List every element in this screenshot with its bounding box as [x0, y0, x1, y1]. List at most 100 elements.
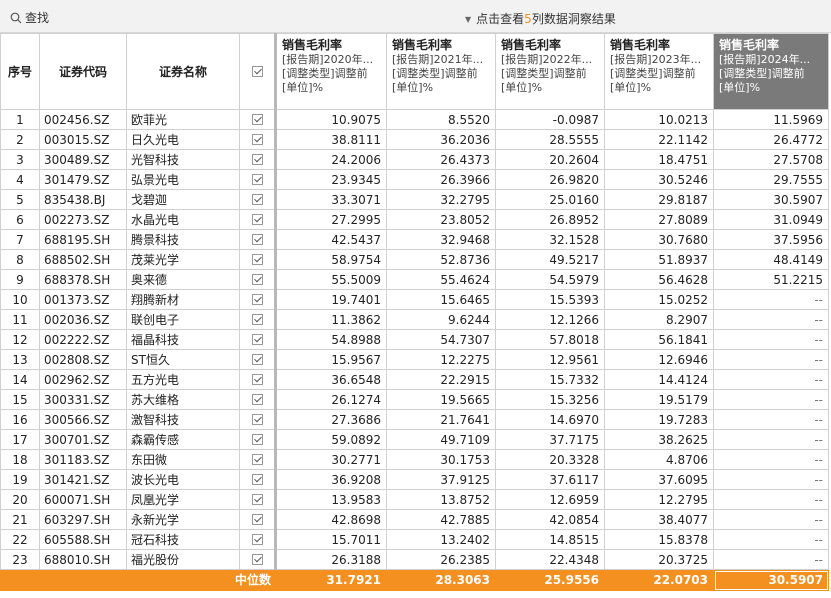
table-row[interactable]: 16 300566.SZ 激智科技 27.3686 21.7641 14.6970 19.7… — [0, 409, 829, 430]
header-metric-2023[interactable]: 销售毛利率 [报告期]2023年... [调整类型]调整前 [单位]% — [604, 33, 714, 110]
row-select-cell[interactable] — [239, 229, 276, 250]
checkbox-icon[interactable] — [251, 453, 263, 465]
metric-value: 31.0949 — [713, 209, 829, 230]
table-row[interactable]: 5 835438.BJ 戈碧迦 33.3071 32.2795 25.0160 29.818… — [0, 189, 829, 210]
table-row[interactable]: 3 300489.SZ 光智科技 24.2006 26.4373 20.2604 18.47… — [0, 149, 829, 170]
table-row[interactable]: 1 002456.SZ 欧菲光 10.9075 8.5520 -0.0987 10.0213… — [0, 109, 829, 130]
row-select-cell[interactable] — [239, 269, 276, 290]
row-index: 10 — [0, 289, 40, 310]
table-row[interactable]: 11 002036.SZ 联创电子 11.3862 9.6244 12.1266 8.290… — [0, 309, 829, 330]
row-select-cell[interactable] — [239, 469, 276, 490]
row-select-cell[interactable] — [239, 129, 276, 150]
header-code[interactable]: 证券代码 — [39, 33, 127, 110]
header-metric-2020[interactable]: 销售毛利率 [报告期]2020年... [调整类型]调整前 [单位]% — [274, 33, 387, 110]
table-row[interactable]: 10 001373.SZ 翔腾新材 19.7401 15.6465 15.5393 15.0… — [0, 289, 829, 310]
checkbox-icon[interactable] — [251, 353, 263, 365]
table-row[interactable]: 23 688010.SH 福光股份 26.3188 26.2385 22.4348 20.3… — [0, 549, 829, 570]
row-select-cell[interactable] — [239, 209, 276, 230]
metric-value: -- — [713, 429, 829, 450]
checkbox-icon[interactable] — [251, 473, 263, 485]
table-row[interactable]: 22 605588.SH 冠石科技 15.7011 13.2402 14.8515 15.8… — [0, 529, 829, 550]
row-select-cell[interactable] — [239, 429, 276, 450]
checkbox-icon[interactable] — [251, 173, 263, 185]
checkbox-icon[interactable] — [251, 65, 263, 77]
metric-title: 销售毛利率 — [282, 38, 343, 52]
checkbox-icon[interactable] — [251, 413, 263, 425]
metric-value: 36.6548 — [274, 369, 387, 390]
checkbox-icon[interactable] — [251, 113, 263, 125]
row-select-cell[interactable] — [239, 409, 276, 430]
header-metric-2024[interactable]: 销售毛利率 [报告期]2024年... [调整类型]调整前 [单位]% — [713, 33, 829, 110]
checkbox-icon[interactable] — [251, 553, 263, 565]
data-insight-link[interactable]: ▼ 点击查看5列数据洞察结果 — [465, 10, 616, 27]
checkbox-icon[interactable] — [251, 133, 263, 145]
checkbox-icon[interactable] — [251, 373, 263, 385]
table-row[interactable]: 4 301479.SZ 弘景光电 23.9345 26.3966 26.9820 30.52… — [0, 169, 829, 190]
metric-value: 26.4772 — [713, 129, 829, 150]
metric-value: 21.7641 — [386, 409, 496, 430]
table-row[interactable]: 18 301183.SZ 东田微 30.2771 30.1753 20.3328 4.870… — [0, 449, 829, 470]
checkbox-icon[interactable] — [251, 493, 263, 505]
header-name[interactable]: 证券名称 — [126, 33, 240, 110]
row-select-cell[interactable] — [239, 449, 276, 470]
checkbox-icon[interactable] — [251, 433, 263, 445]
table-row[interactable]: 9 688378.SH 奥来德 55.5009 55.4624 54.5979 56.462… — [0, 269, 829, 290]
checkbox-icon[interactable] — [251, 393, 263, 405]
security-code: 003015.SZ — [39, 129, 127, 150]
metric-value: 14.6970 — [495, 409, 605, 430]
checkbox-icon[interactable] — [251, 233, 263, 245]
checkbox-icon[interactable] — [251, 313, 263, 325]
checkbox-icon[interactable] — [251, 273, 263, 285]
checkbox-icon[interactable] — [251, 193, 263, 205]
hint-prefix: 点击查看 — [476, 12, 525, 26]
metric-value: 54.7307 — [386, 329, 496, 350]
checkbox-icon[interactable] — [251, 513, 263, 525]
row-select-cell[interactable] — [239, 249, 276, 270]
header-metric-2021[interactable]: 销售毛利率 [报告期]2021年... [调整类型]调整前 [单位]% — [386, 33, 496, 110]
row-index: 19 — [0, 469, 40, 490]
row-select-cell[interactable] — [239, 149, 276, 170]
row-select-cell[interactable] — [239, 189, 276, 210]
row-select-cell[interactable] — [239, 109, 276, 130]
checkbox-icon[interactable] — [251, 293, 263, 305]
checkbox-icon[interactable] — [251, 213, 263, 225]
row-select-cell[interactable] — [239, 509, 276, 530]
table-row[interactable]: 7 688195.SH 腾景科技 42.5437 32.9468 32.1528 30.76… — [0, 229, 829, 250]
row-index: 21 — [0, 509, 40, 530]
row-select-cell[interactable] — [239, 349, 276, 370]
checkbox-icon[interactable] — [251, 533, 263, 545]
row-select-cell[interactable] — [239, 529, 276, 550]
row-select-cell[interactable] — [239, 169, 276, 190]
table-row[interactable]: 8 688502.SH 茂莱光学 58.9754 52.8736 49.5217 51.89… — [0, 249, 829, 270]
checkbox-icon[interactable] — [251, 253, 263, 265]
row-select-cell[interactable] — [239, 489, 276, 510]
table-row[interactable]: 6 002273.SZ 水晶光电 27.2995 23.8052 26.8952 27.80… — [0, 209, 829, 230]
row-select-cell[interactable] — [239, 309, 276, 330]
header-metric-2022[interactable]: 销售毛利率 [报告期]2022年... [调整类型]调整前 [单位]% — [495, 33, 605, 110]
header-index[interactable]: 序号 — [0, 33, 40, 110]
row-select-cell[interactable] — [239, 389, 276, 410]
table-row[interactable]: 15 300331.SZ 苏大维格 26.1274 19.5665 15.3256 19.5… — [0, 389, 829, 410]
row-index: 2 — [0, 129, 40, 150]
row-select-cell[interactable] — [239, 289, 276, 310]
search-button[interactable]: 查找 — [10, 9, 49, 26]
metric-value: -- — [713, 549, 829, 570]
table-row[interactable]: 21 603297.SH 永新光学 42.8698 42.7885 42.0854 38.4… — [0, 509, 829, 530]
table-row[interactable]: 12 002222.SZ 福晶科技 54.8988 54.7307 57.8018 56.1… — [0, 329, 829, 350]
table-row[interactable]: 17 300701.SZ 森霸传感 59.0892 49.7109 37.7175 38.2… — [0, 429, 829, 450]
table-row[interactable]: 14 002962.SZ 五方光电 36.6548 22.2915 15.7332 14.4… — [0, 369, 829, 390]
row-select-cell[interactable] — [239, 549, 276, 570]
row-select-cell[interactable] — [239, 329, 276, 350]
row-index: 17 — [0, 429, 40, 450]
hint-suffix: 列数据洞察结果 — [531, 12, 616, 26]
header-select-all[interactable] — [239, 33, 276, 110]
table-row[interactable]: 13 002808.SZ ST恒久 15.9567 12.2275 12.9561 12.6… — [0, 349, 829, 370]
table-row[interactable]: 19 301421.SZ 波长光电 36.9208 37.9125 37.6117 37.6… — [0, 469, 829, 490]
security-code: 002962.SZ — [39, 369, 127, 390]
checkbox-icon[interactable] — [251, 153, 263, 165]
security-code: 001373.SZ — [39, 289, 127, 310]
table-row[interactable]: 20 600071.SH 凤凰光学 13.9583 13.8752 12.6959 12.2… — [0, 489, 829, 510]
row-select-cell[interactable] — [239, 369, 276, 390]
table-row[interactable]: 2 003015.SZ 日久光电 38.8111 36.2036 28.5555 22.11… — [0, 129, 829, 150]
checkbox-icon[interactable] — [251, 333, 263, 345]
